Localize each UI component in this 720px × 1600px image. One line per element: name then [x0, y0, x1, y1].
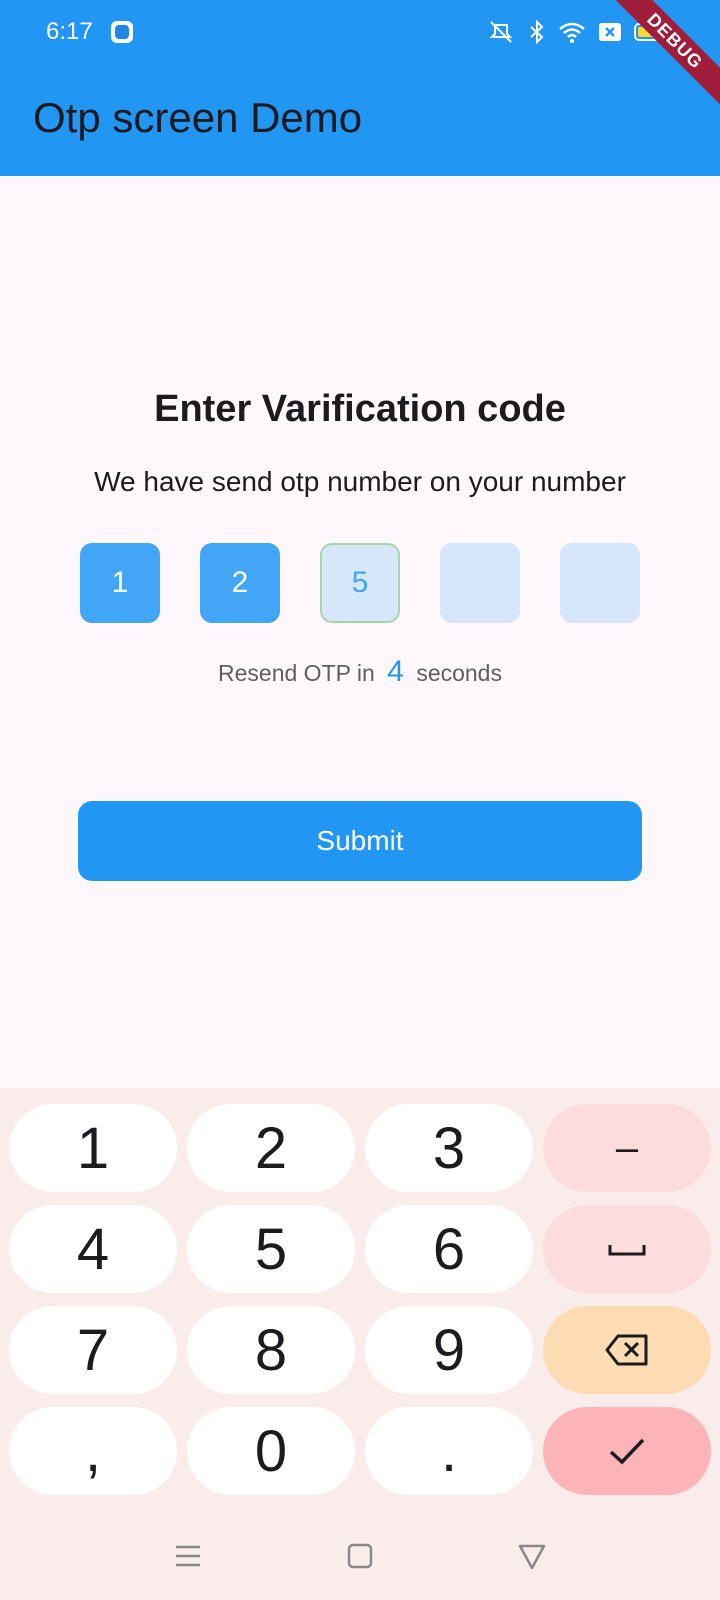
key-period[interactable]: .	[365, 1407, 533, 1495]
key-3[interactable]: 3	[365, 1104, 533, 1192]
key-minus[interactable]: –	[543, 1104, 711, 1192]
key-1[interactable]: 1	[9, 1104, 177, 1192]
otp-input-group[interactable]: 1 2 5	[80, 543, 640, 623]
mute-icon	[489, 21, 513, 43]
space-icon	[608, 1245, 646, 1256]
otp-digit-box-5[interactable]	[560, 543, 640, 623]
submit-button[interactable]: Submit	[78, 801, 642, 881]
back-icon[interactable]	[516, 1540, 548, 1572]
system-nav-bar	[0, 1510, 720, 1600]
app-title: Otp screen Demo	[33, 94, 363, 141]
home-icon[interactable]	[344, 1540, 376, 1572]
resend-timer: Resend OTP in 4 seconds	[0, 655, 720, 689]
status-bar: 6:17	[0, 0, 720, 64]
key-done[interactable]	[543, 1407, 711, 1495]
key-backspace[interactable]	[543, 1306, 711, 1394]
otp-digit-box-3[interactable]: 5	[320, 543, 400, 623]
wifi-icon	[559, 22, 585, 43]
otp-digit-box-2[interactable]: 2	[200, 543, 280, 623]
key-4[interactable]: 4	[9, 1205, 177, 1293]
key-comma[interactable]: ,	[9, 1407, 177, 1495]
menu-icon[interactable]	[172, 1540, 204, 1572]
key-0[interactable]: 0	[187, 1407, 355, 1495]
key-2[interactable]: 2	[187, 1104, 355, 1192]
page-heading: Enter Varification code	[154, 388, 566, 430]
sim-off-icon	[599, 23, 621, 41]
app-icon	[111, 21, 133, 43]
key-7[interactable]: 7	[9, 1306, 177, 1394]
key-9[interactable]: 9	[365, 1306, 533, 1394]
key-8[interactable]: 8	[187, 1306, 355, 1394]
otp-digit-box-1[interactable]: 1	[80, 543, 160, 623]
otp-digit-box-4[interactable]	[440, 543, 520, 623]
resend-prefix: Resend OTP in	[218, 660, 375, 686]
backspace-icon	[605, 1334, 648, 1366]
key-6[interactable]: 6	[365, 1205, 533, 1293]
bluetooth-icon	[530, 20, 544, 44]
key-5[interactable]: 5	[187, 1205, 355, 1293]
status-time: 6:17	[46, 18, 93, 45]
check-icon	[609, 1438, 645, 1465]
resend-suffix: seconds	[416, 660, 502, 686]
page-subheading: We have send otp number on your number	[94, 466, 626, 497]
resend-countdown: 4	[387, 655, 404, 688]
app-bar: Otp screen Demo	[0, 64, 720, 176]
key-space[interactable]	[543, 1205, 711, 1293]
